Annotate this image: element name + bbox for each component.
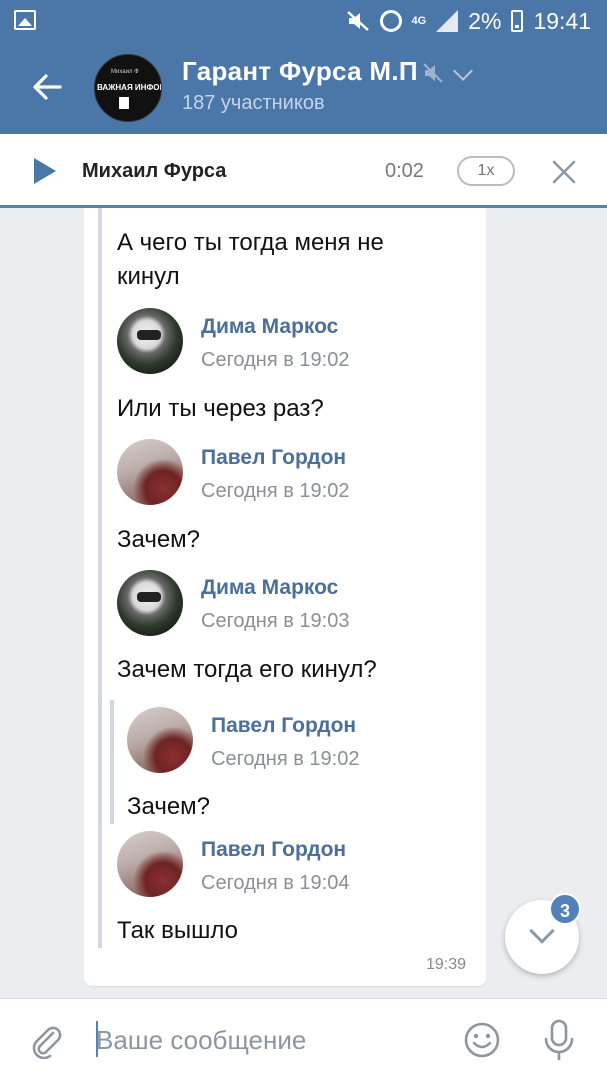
alarm-icon: [379, 10, 402, 32]
member-count: 187 участников: [182, 92, 325, 114]
message-date: Сегодня в 19:02: [211, 748, 360, 770]
message-composer: [0, 998, 607, 1080]
audio-player: Михаил Фурса 0:02 1x: [0, 134, 607, 208]
status-icons: 4G 2% 19:41: [346, 7, 591, 34]
message-text: Зачем?: [127, 793, 211, 820]
battery-icon: [511, 10, 524, 32]
avatar[interactable]: [117, 308, 183, 374]
mute-icon: [346, 11, 369, 31]
player-time: 0:02: [385, 160, 424, 182]
avatar-caption: Михаил Ф: [111, 69, 139, 75]
player-track-name[interactable]: Михаил Фурса: [82, 160, 226, 183]
message-text: А чего ты тогда меня не кинул: [117, 229, 384, 290]
network-type: 4G: [411, 14, 427, 27]
message-bubble[interactable]: А чего ты тогда меня не кинул Дима Марко…: [84, 208, 486, 986]
avatar[interactable]: [117, 439, 183, 505]
avatar-label: ВАЖНАЯ ИНФОРМАЦИЯ: [97, 83, 161, 92]
message-date: Сегодня в 19:04: [201, 872, 350, 894]
sender-name[interactable]: Дима Маркос: [201, 315, 338, 339]
muted-icon: [423, 63, 443, 83]
avatar[interactable]: [117, 831, 183, 897]
message-date: Сегодня в 19:02: [201, 349, 350, 371]
signal-icon: [436, 10, 459, 32]
gallery-icon: [14, 10, 36, 30]
chevron-down-icon[interactable]: [453, 61, 473, 81]
microphone-icon[interactable]: [541, 1019, 577, 1061]
message-text: Так вышло: [117, 917, 238, 944]
speed-button[interactable]: 1x: [457, 156, 515, 186]
emoji-icon[interactable]: [463, 1021, 501, 1059]
message-input[interactable]: [96, 1025, 426, 1056]
chat-header: Михаил Ф ВАЖНАЯ ИНФОРМАЦИЯ Гарант Фурса …: [0, 42, 607, 134]
chevron-down-icon: [529, 918, 555, 944]
close-icon[interactable]: [552, 160, 576, 184]
status-bar: 4G 2% 19:41: [0, 0, 607, 42]
avatar[interactable]: [117, 570, 183, 636]
sender-name[interactable]: Павел Гордон: [201, 446, 346, 470]
message-text: Зачем тогда его кинул?: [117, 656, 377, 683]
unread-badge: 3: [549, 893, 581, 925]
chat-avatar[interactable]: Михаил Ф ВАЖНАЯ ИНФОРМАЦИЯ: [94, 54, 162, 122]
play-icon[interactable]: [34, 158, 56, 184]
paperclip-icon[interactable]: [28, 1023, 64, 1059]
nested-forward-bar: [110, 700, 114, 824]
battery-percent: 2%: [468, 7, 502, 34]
avatar[interactable]: [127, 707, 193, 773]
clock: 19:41: [533, 7, 591, 34]
back-arrow-icon[interactable]: [30, 70, 64, 104]
message-text: Или ты через раз?: [117, 395, 324, 422]
forward-bar: [98, 208, 102, 948]
sender-name[interactable]: Дима Маркос: [201, 576, 338, 600]
sender-name[interactable]: Павел Гордон: [201, 838, 346, 862]
message-text: Зачем?: [117, 526, 201, 553]
chat-title[interactable]: Гарант Фурса М.П: [182, 56, 418, 87]
message-date: Сегодня в 19:02: [201, 480, 350, 502]
sender-name[interactable]: Павел Гордон: [211, 714, 356, 738]
message-time: 19:39: [425, 956, 466, 973]
message-date: Сегодня в 19:03: [201, 610, 350, 632]
document-icon: [119, 97, 129, 109]
